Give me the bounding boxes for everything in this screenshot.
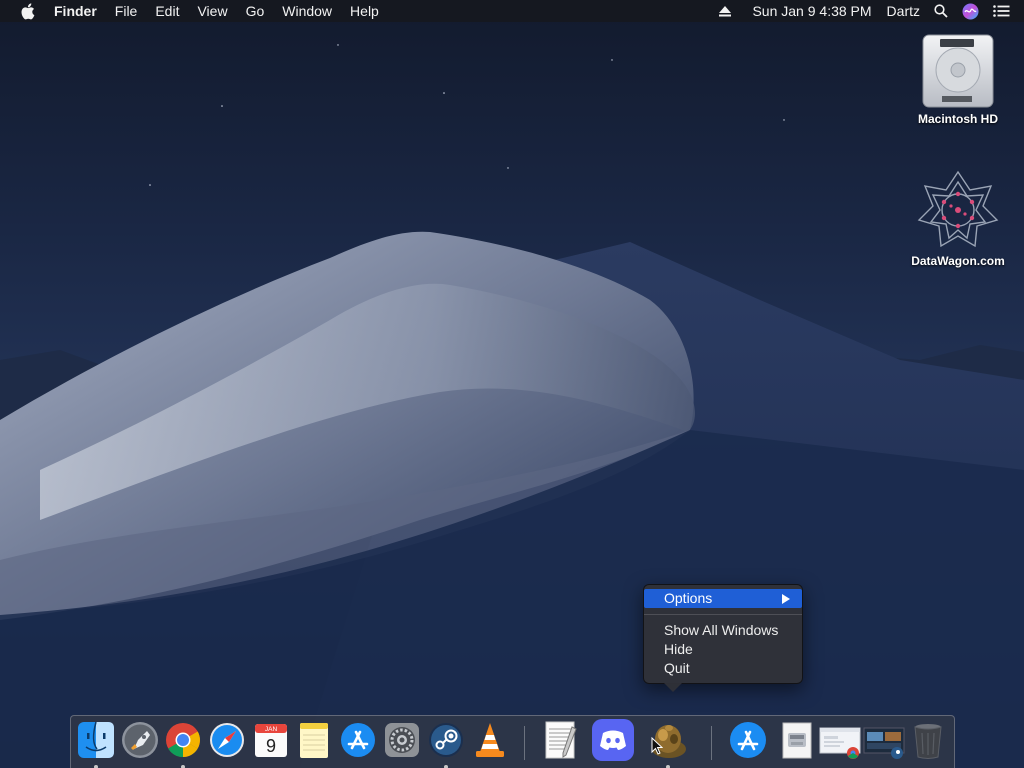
dock-item-app-store-downloads[interactable] [727,719,769,761]
menu-item-hide[interactable]: Hide [644,640,802,659]
menu-edit[interactable]: Edit [146,0,188,22]
desktop-icon-datawagon[interactable]: DataWagon.com [903,168,1013,268]
menu-separator [644,614,802,615]
trash-icon [914,724,942,759]
dock-item-launchpad[interactable] [119,719,161,761]
menu-item-options[interactable]: Options [644,589,802,608]
clock[interactable]: Sun Jan 9 4:38 PM [738,0,878,22]
dock-context-menu: Options Show All Windows Hide Quit [643,584,803,692]
menu-item-show-all-windows[interactable]: Show All Windows [644,621,802,640]
menu-view[interactable]: View [188,0,236,22]
notification-center-icon[interactable] [986,0,1024,22]
menu-app-name[interactable]: Finder [54,0,106,22]
menu-extras: Sun Jan 9 4:38 PM Dartz [712,0,1024,22]
menu-file[interactable]: File [106,0,147,22]
calendar-icon: JAN 9 [255,724,287,757]
menu-pointer-arrow [664,683,682,692]
desktop-icon-macintosh-hd[interactable]: Macintosh HD [903,32,1013,126]
discord-icon [592,719,634,761]
wallpaper [0,44,1024,768]
dock-item-game[interactable] [647,719,689,768]
datawagon-logo-icon [915,168,1001,252]
spotlight-search-icon[interactable] [927,0,955,22]
app-store-icon [341,723,375,757]
dock-item-notes[interactable] [293,719,335,761]
dock-item-chrome-window[interactable] [819,719,861,761]
desktop-icon-label: Macintosh HD [917,112,998,126]
menu-item-label: Options [664,590,713,606]
dock-item-textedit[interactable] [539,719,581,761]
dock-item-steam-window[interactable] [863,719,905,761]
vlc-icon [476,723,504,757]
dock-item-safari[interactable] [206,719,248,761]
calendar-day: 9 [266,736,276,756]
documents-stack-icon [782,722,812,759]
dock: JAN 9 [70,715,955,768]
menu-help[interactable]: Help [341,0,388,22]
dock-item-steam[interactable] [425,719,467,768]
finder-icon [78,721,114,758]
menu-go[interactable]: Go [237,0,274,22]
dock-item-system-preferences[interactable] [381,719,423,761]
dock-item-calendar[interactable]: JAN 9 [250,719,292,761]
dock-item-finder[interactable] [75,719,117,768]
desktop-icon-label: DataWagon.com [911,254,1005,268]
notes-icon [300,723,328,758]
dock-separator [711,726,712,760]
siri-icon[interactable] [955,0,986,22]
safari-icon [210,723,244,757]
apple-menu-icon[interactable] [20,0,38,22]
menu-window[interactable]: Window [273,0,341,22]
menu-item-quit[interactable]: Quit [644,659,802,678]
submenu-arrow-icon [782,594,790,604]
steam-icon [429,723,463,757]
hard-drive-icon [920,32,996,110]
chrome-icon [166,723,200,757]
dock-item-app-store[interactable] [337,719,379,761]
launchpad-icon [122,722,158,758]
dock-item-discord[interactable] [592,719,634,761]
system-preferences-icon [385,723,419,757]
steam-window-icon [863,727,905,759]
dock-item-vlc[interactable] [469,719,511,761]
textedit-icon [545,721,577,759]
desktop: Finder File Edit View Go Window Help Sun… [0,0,1024,768]
chrome-window-icon [819,727,861,759]
menu-bar: Finder File Edit View Go Window Help Sun… [0,0,1024,22]
user-name[interactable]: Dartz [879,0,927,22]
dock-item-chrome[interactable] [162,719,204,768]
downloads-app-store-icon [730,722,766,758]
calendar-month: JAN [265,726,278,733]
mouse-cursor-icon [651,737,663,755]
eject-icon[interactable] [712,0,738,22]
dock-separator [524,726,525,760]
dock-item-trash[interactable] [907,719,949,761]
dock-item-documents[interactable] [776,719,818,761]
